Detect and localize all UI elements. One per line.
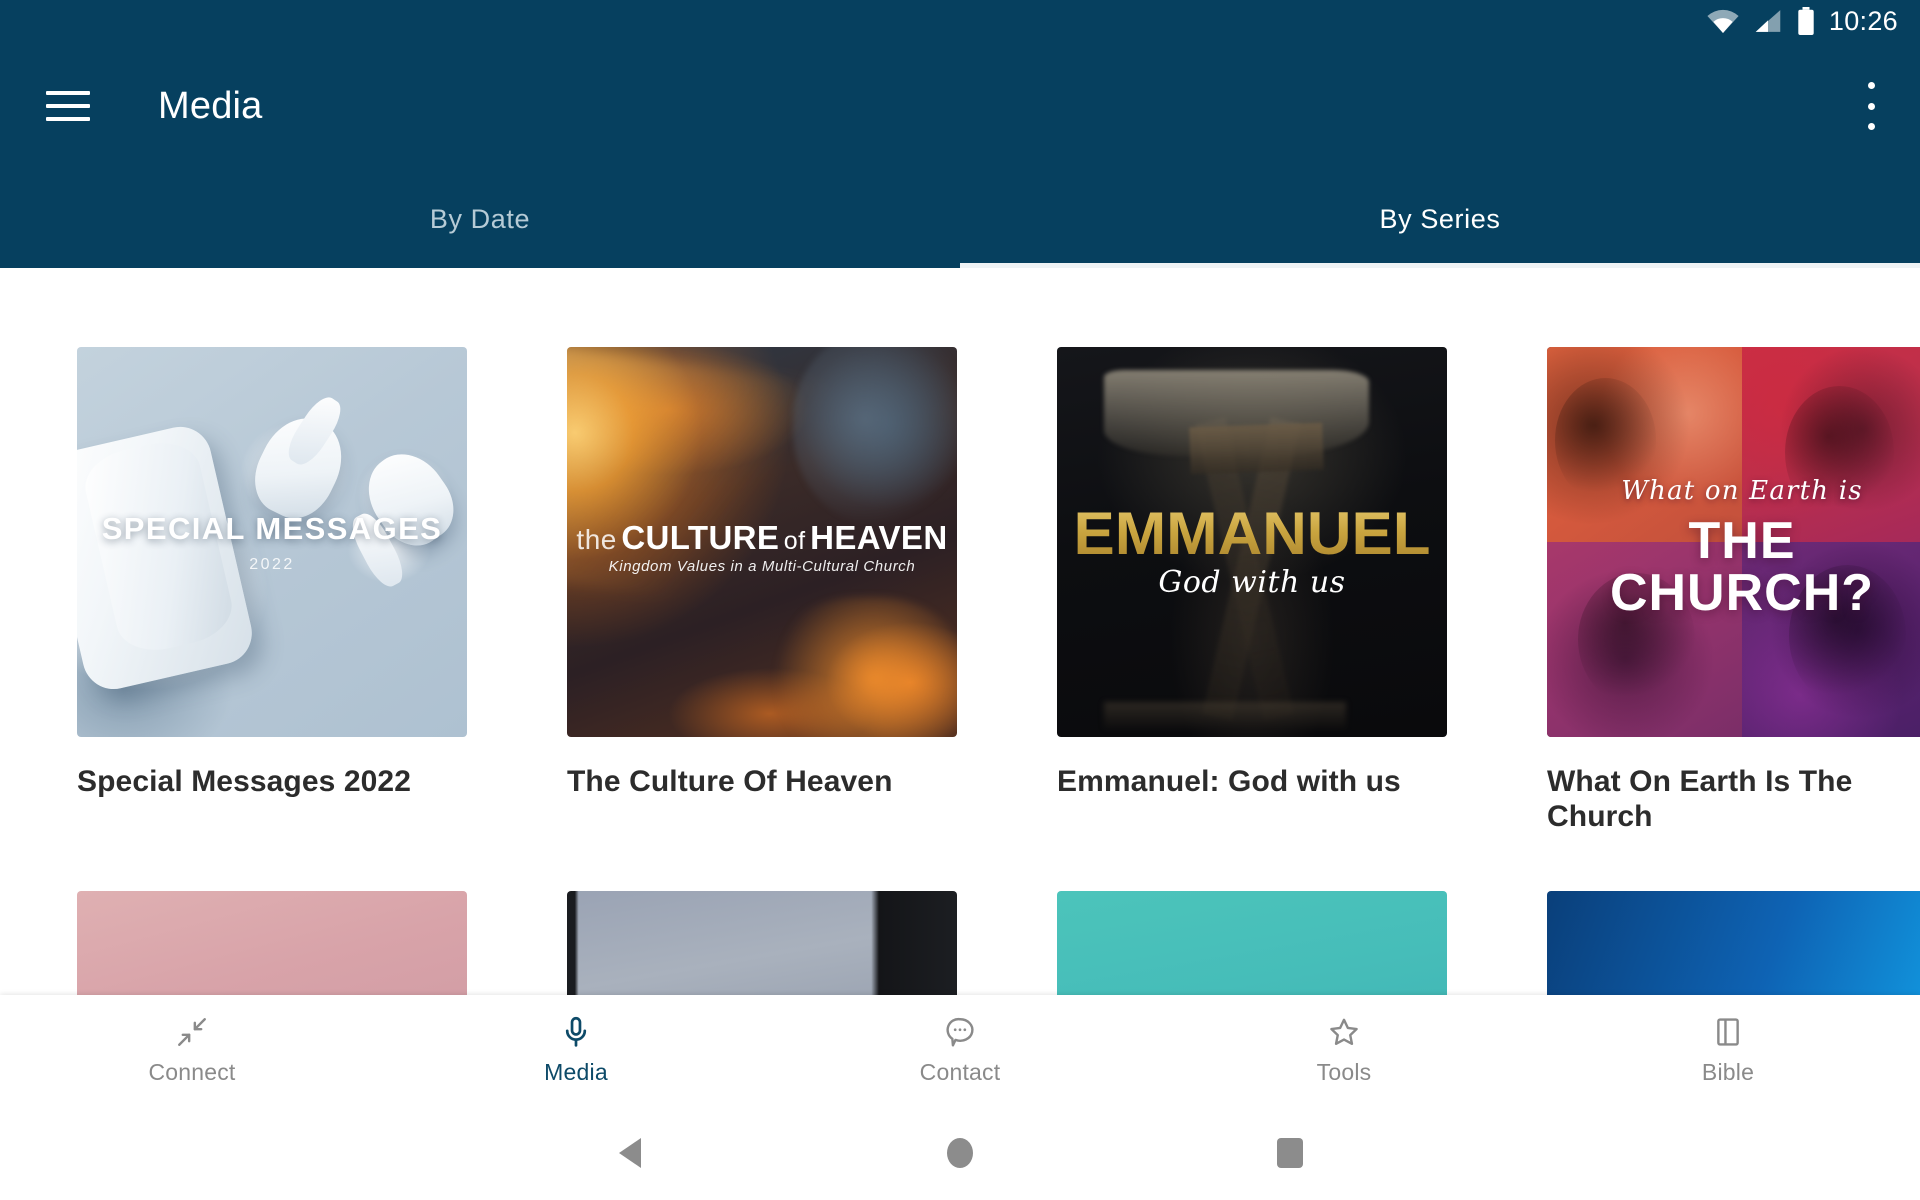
status-bar-clock: 10:26 xyxy=(1828,5,1898,36)
android-system-nav xyxy=(0,1105,1920,1200)
overflow-menu-icon[interactable] xyxy=(1866,82,1876,130)
wifi-icon xyxy=(1706,8,1740,34)
tab-by-date-label: By Date xyxy=(429,203,531,234)
nav-item-bible[interactable]: Bible xyxy=(1536,1014,1920,1086)
artwork-title-line1: THE xyxy=(1688,511,1796,570)
artwork-title: EMMANUEL xyxy=(1057,499,1447,568)
status-bar: 10:26 xyxy=(0,0,1920,42)
series-card[interactable]: EMMANUEL God with us Emmanuel: God with … xyxy=(1057,347,1447,834)
tab-by-series[interactable]: By Series xyxy=(960,170,1920,268)
book-sidebar-icon xyxy=(1711,1014,1745,1050)
series-card-title: What On Earth Is The Church xyxy=(1547,765,1853,833)
tab-bar: By Date By Series xyxy=(0,170,1920,268)
artwork-subtitle: God with us xyxy=(1158,565,1346,601)
artwork-word-the: the xyxy=(576,523,617,555)
star-outline-icon xyxy=(1327,1014,1361,1050)
artwork-subtitle: 2022 xyxy=(249,555,295,573)
chat-bubble-icon xyxy=(943,1014,977,1050)
series-card-title: Special Messages 2022 xyxy=(77,765,411,798)
series-artwork-emmanuel[interactable]: EMMANUEL God with us xyxy=(1057,347,1447,737)
series-scroll-area[interactable]: SPECIAL MESSAGES 2022 Special Messages 2… xyxy=(0,268,1920,1008)
series-card[interactable]: the CULTURE of HEAVEN Kingdom Values in … xyxy=(567,347,957,834)
page-title: Media xyxy=(158,84,263,127)
battery-icon xyxy=(1796,7,1816,35)
nav-item-bible-label: Bible xyxy=(1701,1059,1755,1085)
hamburger-menu-icon[interactable] xyxy=(46,91,90,121)
app-root: 10:26 Media By Date By Series SPECIAL ME… xyxy=(0,0,1920,1200)
series-artwork-special-messages[interactable]: SPECIAL MESSAGES 2022 xyxy=(77,347,467,737)
series-card-partial[interactable] xyxy=(1547,891,1920,1008)
home-circle-icon[interactable] xyxy=(795,1137,1125,1168)
artwork-word-heaven: HEAVEN xyxy=(810,518,948,556)
back-triangle-icon[interactable] xyxy=(465,1137,795,1168)
artwork-title-line2: CHURCH? xyxy=(1609,564,1875,623)
series-artwork-culture-of-heaven[interactable]: the CULTURE of HEAVEN Kingdom Values in … xyxy=(567,347,957,737)
series-card-title: The Culture Of Heaven xyxy=(567,765,893,798)
tab-by-series-label: By Series xyxy=(1379,203,1501,234)
app-bar: Media xyxy=(0,42,1920,170)
nav-item-tools[interactable]: Tools xyxy=(1152,1014,1536,1086)
series-card[interactable]: SPECIAL MESSAGES 2022 Special Messages 2… xyxy=(77,347,467,834)
artwork-subtitle: Kingdom Values in a Multi-Cultural Churc… xyxy=(608,557,916,575)
series-grid-row-2 xyxy=(0,834,1920,1008)
series-card-partial[interactable] xyxy=(567,891,957,1008)
nav-item-tools-label: Tools xyxy=(1316,1059,1372,1085)
series-card-partial[interactable] xyxy=(77,891,467,1008)
series-card[interactable]: What on Earth is THE CHURCH? What On Ear… xyxy=(1547,347,1920,834)
tab-by-date[interactable]: By Date xyxy=(0,170,960,268)
series-grid: SPECIAL MESSAGES 2022 Special Messages 2… xyxy=(0,268,1920,834)
nav-item-contact[interactable]: Contact xyxy=(768,1014,1152,1086)
series-card-partial[interactable] xyxy=(1057,891,1447,1008)
recents-square-icon[interactable] xyxy=(1125,1137,1455,1168)
series-card-title: Emmanuel: God with us xyxy=(1057,765,1401,798)
series-artwork-what-on-earth-is-the-church[interactable]: What on Earth is THE CHURCH? xyxy=(1547,347,1920,737)
bottom-navigation-bar: Connect Media Contact Tools Bible xyxy=(0,995,1920,1105)
nav-item-connect-label: Connect xyxy=(148,1059,236,1085)
nav-item-media-label: Media xyxy=(544,1059,608,1085)
nav-item-connect[interactable]: Connect xyxy=(0,1014,384,1086)
artwork-word-of: of xyxy=(783,526,806,555)
collapse-arrows-icon xyxy=(175,1014,209,1050)
microphone-icon xyxy=(559,1014,593,1050)
artwork-word-culture: CULTURE xyxy=(621,518,780,556)
cellular-signal-icon xyxy=(1753,8,1783,34)
artwork-title: SPECIAL MESSAGES xyxy=(101,510,443,546)
artwork-script-line: What on Earth is xyxy=(1621,475,1863,506)
nav-item-media[interactable]: Media xyxy=(384,1014,768,1086)
nav-item-contact-label: Contact xyxy=(919,1059,1001,1085)
